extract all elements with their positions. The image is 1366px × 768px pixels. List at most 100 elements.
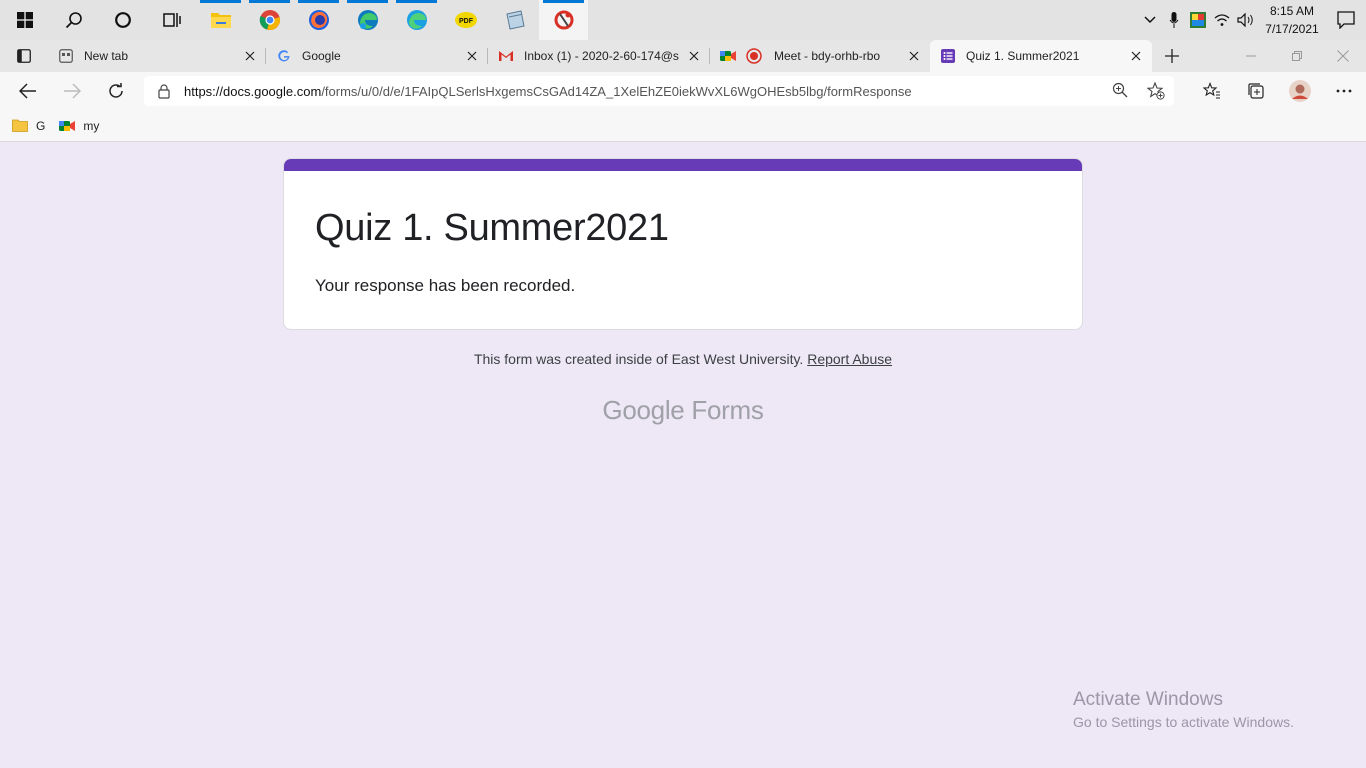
close-icon xyxy=(909,51,919,61)
tab-title: Quiz 1. Summer2021 xyxy=(966,49,1080,63)
notepad-button[interactable] xyxy=(490,0,539,40)
minimize-button[interactable] xyxy=(1228,40,1274,72)
tray-volume[interactable] xyxy=(1234,0,1258,40)
pdf-icon: PDF xyxy=(454,12,477,28)
taskbar-clock[interactable]: 8:15 AM 7/17/2021 xyxy=(1258,2,1326,38)
tab-close-button[interactable] xyxy=(242,48,258,64)
footer-note: This form was created inside of East Wes… xyxy=(473,351,804,367)
tray-wifi[interactable] xyxy=(1210,0,1234,40)
refresh-button[interactable] xyxy=(94,72,138,110)
taskbar: PDF 8:15 AM 7/17/2021 xyxy=(0,0,1366,40)
restore-icon xyxy=(1292,51,1302,61)
close-window-button[interactable] xyxy=(1320,40,1366,72)
url-text: https://docs.google.com/forms/u/0/d/e/1F… xyxy=(184,84,912,99)
address-bar[interactable]: https://docs.google.com/forms/u/0/d/e/1F… xyxy=(144,76,1174,106)
red-app-button[interactable] xyxy=(539,0,588,40)
action-center-button[interactable] xyxy=(1326,11,1366,29)
tab-new-tab[interactable]: New tab xyxy=(48,40,266,72)
favorite-label: G xyxy=(36,118,46,133)
pdf-app-button[interactable]: PDF xyxy=(441,0,490,40)
google-wordmark: Google xyxy=(602,395,685,425)
forward-button[interactable] xyxy=(50,72,94,110)
url-host: https://docs.google.com xyxy=(184,83,322,99)
favorites-star-icon xyxy=(1203,82,1220,99)
form-title: Quiz 1. Summer2021 xyxy=(315,207,669,249)
task-view-icon xyxy=(162,13,181,27)
close-icon xyxy=(1131,51,1141,61)
tray-app[interactable] xyxy=(1186,0,1210,40)
tab-google[interactable]: Google xyxy=(266,40,488,72)
tab-close-button[interactable] xyxy=(686,48,702,64)
meet-icon xyxy=(59,120,76,131)
forms-wordmark: Forms xyxy=(691,395,764,425)
file-explorer-button[interactable] xyxy=(196,0,245,40)
tab-title: Meet - bdy-orhb-rbo xyxy=(774,49,881,63)
taskbar-search-button[interactable] xyxy=(49,0,98,40)
chrome-icon xyxy=(259,10,280,30)
add-favorite-button[interactable] xyxy=(1138,82,1174,100)
tab-title: New tab xyxy=(84,49,129,63)
tray-expand[interactable] xyxy=(1138,0,1162,40)
tab-title: Google xyxy=(302,49,341,63)
form-footer: This form was created inside of East Wes… xyxy=(283,351,1083,367)
collections-button[interactable] xyxy=(1234,72,1278,110)
tab-close-button[interactable] xyxy=(906,48,922,64)
clock-time: 8:15 AM xyxy=(1269,4,1315,18)
restore-button[interactable] xyxy=(1274,40,1320,72)
new-tab-button[interactable] xyxy=(1152,40,1192,72)
browser-tabstrip: New tab Google Inbox (1) - 2020-2-60-174… xyxy=(0,40,1366,72)
wifi-icon xyxy=(1214,14,1230,26)
start-button[interactable] xyxy=(0,0,49,40)
back-arrow-icon xyxy=(19,83,36,99)
favorite-label: my xyxy=(83,118,100,133)
watermark-title: Activate Windows xyxy=(1073,689,1223,710)
meet-icon xyxy=(720,51,736,61)
clock-date: 7/17/2021 xyxy=(1265,22,1319,36)
close-icon xyxy=(467,51,477,61)
window-controls xyxy=(1228,40,1366,72)
tab-quiz-form[interactable]: Quiz 1. Summer2021 xyxy=(930,40,1152,72)
edge-icon xyxy=(357,10,378,30)
search-icon xyxy=(65,12,82,29)
favorite-folder-g[interactable]: G xyxy=(12,119,45,133)
settings-more-button[interactable] xyxy=(1322,72,1366,110)
cortana-icon xyxy=(114,12,131,28)
notification-icon xyxy=(1337,11,1355,29)
back-button[interactable] xyxy=(6,72,50,110)
tab-actions-icon xyxy=(17,49,31,63)
activate-windows-watermark: Activate Windows Go to Settings to activ… xyxy=(1073,689,1294,730)
site-info-button[interactable] xyxy=(144,83,184,99)
tab-close-button[interactable] xyxy=(1128,48,1144,64)
profile-button[interactable] xyxy=(1278,72,1322,110)
minimize-icon xyxy=(1246,55,1256,57)
svg-text:PDF: PDF xyxy=(459,18,474,25)
google-forms-logo[interactable]: Google Forms xyxy=(283,395,1083,426)
star-add-icon xyxy=(1147,82,1165,100)
refresh-icon xyxy=(109,83,123,98)
avatar xyxy=(1289,80,1311,102)
chrome-button[interactable] xyxy=(245,0,294,40)
tab-gmail-inbox[interactable]: Inbox (1) - 2020-2-60-174@s xyxy=(488,40,710,72)
more-dots-icon xyxy=(1336,89,1352,93)
firefox-button[interactable] xyxy=(294,0,343,40)
zoom-button[interactable] xyxy=(1102,82,1138,100)
tab-title: Inbox (1) - 2020-2-60-174@s xyxy=(524,49,679,63)
system-tray: 8:15 AM 7/17/2021 xyxy=(1138,0,1366,40)
edge-beta-button[interactable] xyxy=(392,0,441,40)
tray-microphone[interactable] xyxy=(1162,0,1186,40)
favorites-button[interactable] xyxy=(1190,72,1234,110)
tab-close-button[interactable] xyxy=(464,48,480,64)
microphone-icon xyxy=(1169,12,1179,28)
task-view-button[interactable] xyxy=(147,0,196,40)
edge-button[interactable] xyxy=(343,0,392,40)
form-accent-bar xyxy=(284,159,1082,171)
folder-icon xyxy=(12,119,28,132)
tab-actions-button[interactable] xyxy=(0,40,48,72)
close-icon xyxy=(245,51,255,61)
favorite-link-my[interactable]: my xyxy=(59,119,99,133)
tab-google-meet[interactable]: Meet - bdy-orhb-rbo xyxy=(710,40,930,72)
report-abuse-link[interactable]: Report Abuse xyxy=(807,351,892,367)
cortana-button[interactable] xyxy=(98,0,147,40)
gmail-icon xyxy=(499,51,513,61)
colorful-app-icon xyxy=(1190,12,1206,28)
